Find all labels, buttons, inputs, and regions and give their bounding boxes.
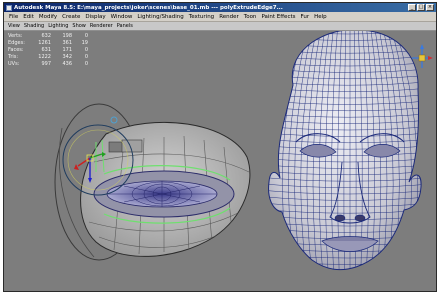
- menu-edit[interactable]: Edit: [23, 14, 34, 20]
- panel-menubar: View Shading Lighting Show Renderer Pane…: [4, 22, 436, 31]
- menu-help[interactable]: Help: [314, 14, 327, 20]
- panel-menu-show[interactable]: Show: [72, 23, 86, 29]
- hud-value: 0: [84, 61, 88, 67]
- menu-window[interactable]: Window: [111, 14, 133, 20]
- hud-label: Tris:: [8, 54, 19, 60]
- menu-render[interactable]: Render: [219, 14, 239, 20]
- hud-value: 171: [62, 47, 72, 53]
- menu-create[interactable]: Create: [62, 14, 80, 20]
- view-cube-axes-icon[interactable]: [412, 44, 433, 68]
- hud-row-verts: Verts: 632 198 0: [8, 33, 88, 40]
- hud-value: 342: [62, 54, 72, 60]
- maya-app-icon: [6, 4, 12, 11]
- hud-row-edges: Edges: 1261 361 19: [8, 40, 88, 47]
- panel-menu-lighting[interactable]: Lighting: [48, 23, 68, 29]
- hud-label: Edges:: [8, 40, 25, 46]
- hud-row-faces: Faces: 631 171 0: [8, 47, 88, 54]
- panel-menu-renderer[interactable]: Renderer: [90, 23, 113, 29]
- hud-label: UVs:: [8, 61, 20, 67]
- minimize-button[interactable]: _: [408, 4, 416, 11]
- maya-window: Autodesk Maya 8.5: E:\maya_projects\joke…: [3, 2, 437, 292]
- hud-value: 361: [62, 40, 72, 46]
- hud-value: 198: [62, 33, 72, 39]
- window-title: Autodesk Maya 8.5: E:\maya_projects\joke…: [14, 4, 283, 11]
- 3d-viewport[interactable]: View Shading Lighting Show Renderer Pane…: [4, 22, 436, 291]
- menu-display[interactable]: Display: [85, 14, 105, 20]
- menu-fur[interactable]: Fur: [301, 14, 310, 20]
- menu-toon[interactable]: Toon: [244, 14, 257, 20]
- maximize-button[interactable]: □: [417, 4, 425, 11]
- close-button[interactable]: ×: [426, 4, 434, 11]
- hud-value: 19: [81, 40, 88, 46]
- head-mesh[interactable]: [259, 22, 434, 282]
- poly-count-hud: Verts: 632 198 0 Edges: 1261 361 19 Face…: [8, 33, 88, 68]
- hud-value: 631: [41, 47, 51, 53]
- hud-row-uvs: UVs: 997 436 0: [8, 61, 88, 68]
- panel-menu-shading[interactable]: Shading: [24, 23, 44, 29]
- hud-value: 0: [84, 54, 88, 60]
- title-bar: Autodesk Maya 8.5: E:\maya_projects\joke…: [4, 3, 436, 12]
- menu-texturing[interactable]: Texturing: [189, 14, 214, 20]
- hud-label: Faces:: [8, 47, 24, 53]
- hud-value: 0: [84, 47, 88, 53]
- hud-value: 0: [84, 33, 88, 39]
- hud-value: 997: [41, 61, 51, 67]
- menu-modify[interactable]: Modify: [39, 14, 57, 20]
- menu-paint-effects[interactable]: Paint Effects: [261, 14, 295, 20]
- hud-label: Verts:: [8, 33, 23, 39]
- menu-lighting-shading[interactable]: Lighting/Shading: [137, 14, 183, 20]
- hud-value: 632: [41, 33, 51, 39]
- hud-row-tris: Tris: 1222 342 0: [8, 54, 88, 61]
- hud-value: 436: [62, 61, 72, 67]
- panel-menu-panels[interactable]: Panels: [117, 23, 133, 29]
- hud-value: 1261: [38, 40, 51, 46]
- menu-file[interactable]: File: [9, 14, 18, 20]
- main-menubar: File Edit Modify Create Display Window L…: [4, 12, 436, 22]
- hud-value: 1222: [38, 54, 51, 60]
- panel-menu-view[interactable]: View: [8, 23, 20, 29]
